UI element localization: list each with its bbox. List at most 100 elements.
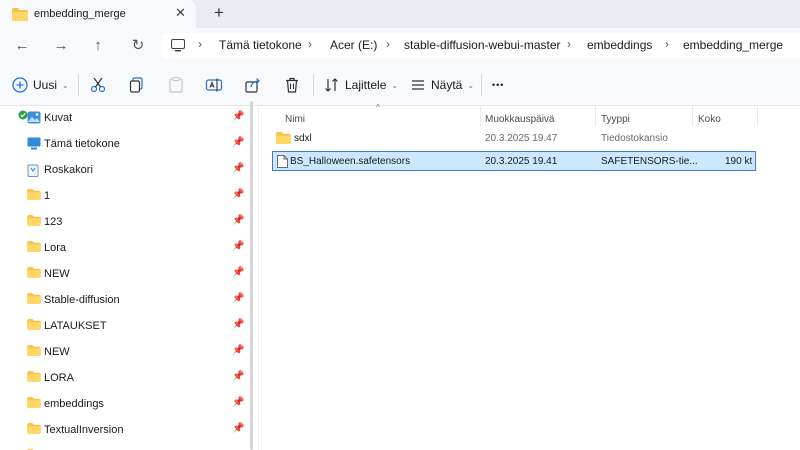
sidebar-item-folder-123[interactable]: 123 📌 [0,210,250,236]
refresh-button[interactable]: ↻ [128,36,148,56]
column-separator[interactable] [480,106,481,126]
chevron-down-icon: ⌄ [391,80,399,90]
sidebar-item-folder-lataukset[interactable]: LATAUKSET 📌 [0,314,250,340]
file-icon [277,155,288,168]
sidebar-item-label: 123 [44,216,63,228]
file-name: BS_Halloween.safetensors [290,156,411,167]
copy-icon[interactable] [128,76,146,94]
share-icon[interactable] [244,76,262,94]
cut-icon[interactable] [89,76,107,94]
sidebar-item-pictures[interactable]: Kuvat 📌 [0,106,250,132]
sidebar-item-folder-stable-diffusion[interactable]: Stable-diffusion 📌 [0,288,250,314]
view-button[interactable]: Näytä ⌄ [410,74,474,96]
breadcrumb-embeddings[interactable]: embeddings [587,38,652,52]
pin-icon[interactable]: 📌 [232,137,244,148]
paste-icon[interactable] [167,76,185,94]
new-button-label: Uusi [33,78,58,92]
pin-icon[interactable]: 📌 [232,163,244,174]
more-options-button[interactable]: ••• [492,74,504,96]
sidebar-item-label: Kuvat [44,112,73,124]
pin-icon[interactable]: 📌 [232,267,244,278]
sidebar-item-folder-new[interactable]: NEW 📌 [0,262,250,288]
new-button[interactable]: Uusi ⌄ [12,74,69,96]
sidebar-item-label: NEW [44,346,70,358]
column-header-type[interactable]: Tyyppi [601,114,630,125]
file-name: sdxl [294,133,312,144]
pin-icon[interactable]: 📌 [232,241,244,252]
sidebar-item-label: Lora [44,242,67,254]
sort-button-label: Lajittele [345,78,387,92]
file-type: Tiedostokansio [601,133,668,144]
tab-title: embedding_merge [34,8,126,20]
sidebar-item-folder-lora[interactable]: Lora 📌 [0,236,250,262]
sidebar-item-label: Tämä tietokone [44,138,120,150]
pin-icon[interactable]: 📌 [232,319,244,330]
sidebar-item-label: LATAUKSET [44,320,107,332]
tab-strip: embedding_merge ✕ + [0,0,800,28]
list-item-folder-sdxl[interactable]: sdxl 20.3.2025 19.47 Tiedostokansio [272,129,756,149]
breadcrumb-webui-master[interactable]: stable-diffusion-webui-master [404,38,561,52]
folder-icon [276,132,291,144]
breadcrumb[interactable]: › Tämä tietokone › Acer (E:) › stable-di… [162,33,800,59]
sidebar-item-folder-new-2[interactable]: NEW 📌 [0,340,250,366]
breadcrumb-separator: › [665,37,669,51]
toolbar-divider [481,74,482,96]
column-header-name[interactable]: Nimi [285,114,305,125]
sidebar-item-label: embeddings [44,398,104,410]
pin-icon[interactable]: 📌 [232,397,244,408]
folder-icon [27,345,41,356]
breadcrumb-separator: › [198,37,202,51]
list-item-file-bs-halloween[interactable]: BS_Halloween.safetensors 20.3.2025 19.41… [272,151,756,171]
breadcrumb-embedding-merge[interactable]: embedding_merge [683,38,783,52]
folder-icon [27,319,41,330]
sidebar-item-label: NEW [44,268,70,280]
sidebar-item-this-pc[interactable]: Tämä tietokone 📌 [0,132,250,158]
sort-button[interactable]: Lajittele ⌄ [324,74,398,96]
column-separator[interactable] [692,106,693,126]
up-button[interactable]: ↑ [88,36,108,56]
sidebar-item-label: 1 [44,190,51,202]
breadcrumb-separator: › [567,37,571,51]
tab-embedding-merge[interactable]: embedding_merge ✕ [0,0,196,28]
pin-icon[interactable]: 📌 [232,423,244,434]
pin-icon[interactable]: 📌 [232,189,244,200]
sidebar-item-label: LORA [44,372,74,384]
folder-icon [27,397,41,408]
pin-icon[interactable]: 📌 [232,345,244,356]
column-separator[interactable] [757,106,758,126]
sidebar-item-folder-lora-2[interactable]: LORA 📌 [0,366,250,392]
view-button-label: Näytä [431,78,463,92]
sidebar-item-folder-1[interactable]: 1 📌 [0,184,250,210]
sidebar-item-folder-embeddings[interactable]: embeddings 📌 [0,392,250,418]
folder-icon [27,371,41,382]
forward-button[interactable]: → [51,36,71,56]
computer-icon [27,137,41,150]
sidebar-item-recycle-bin[interactable]: Roskakori 📌 [0,158,250,184]
breadcrumb-this-pc[interactable]: Tämä tietokone [219,38,302,52]
pin-icon[interactable]: 📌 [232,293,244,304]
folder-icon [27,293,41,304]
chevron-down-icon: ⌄ [467,80,475,90]
back-button[interactable]: ← [12,36,32,56]
sidebar-item-folder-partial[interactable] [0,444,250,450]
delete-icon[interactable] [283,76,301,94]
breadcrumb-separator: › [386,37,390,51]
close-tab-icon[interactable]: ✕ [175,5,186,21]
folder-icon [27,423,41,434]
column-separator[interactable] [595,106,596,126]
column-header-modified[interactable]: Muokkauspäivä [485,114,554,125]
sidebar-item-folder-textual-inversion[interactable]: TextualInversion 📌 [0,418,250,444]
sort-icon [325,78,338,92]
sidebar-item-label: TextualInversion [44,424,124,436]
pictures-icon [27,111,41,124]
rename-icon[interactable] [205,76,223,94]
sidebar-scrollbar[interactable] [250,101,253,450]
pin-icon[interactable]: 📌 [232,215,244,226]
pin-icon[interactable]: 📌 [232,371,244,382]
breadcrumb-acer-drive[interactable]: Acer (E:) [330,38,377,52]
column-header-size[interactable]: Koko [698,114,721,125]
file-list: ^ Nimi Muokkauspäivä Tyyppi Koko sdxl 20… [259,103,800,450]
pin-icon[interactable]: 📌 [232,111,244,122]
new-tab-button[interactable]: + [210,3,228,23]
navigation-pane: Kuvat 📌 Tämä tietokone 📌 Roskakori 📌 1 📌… [0,106,255,450]
